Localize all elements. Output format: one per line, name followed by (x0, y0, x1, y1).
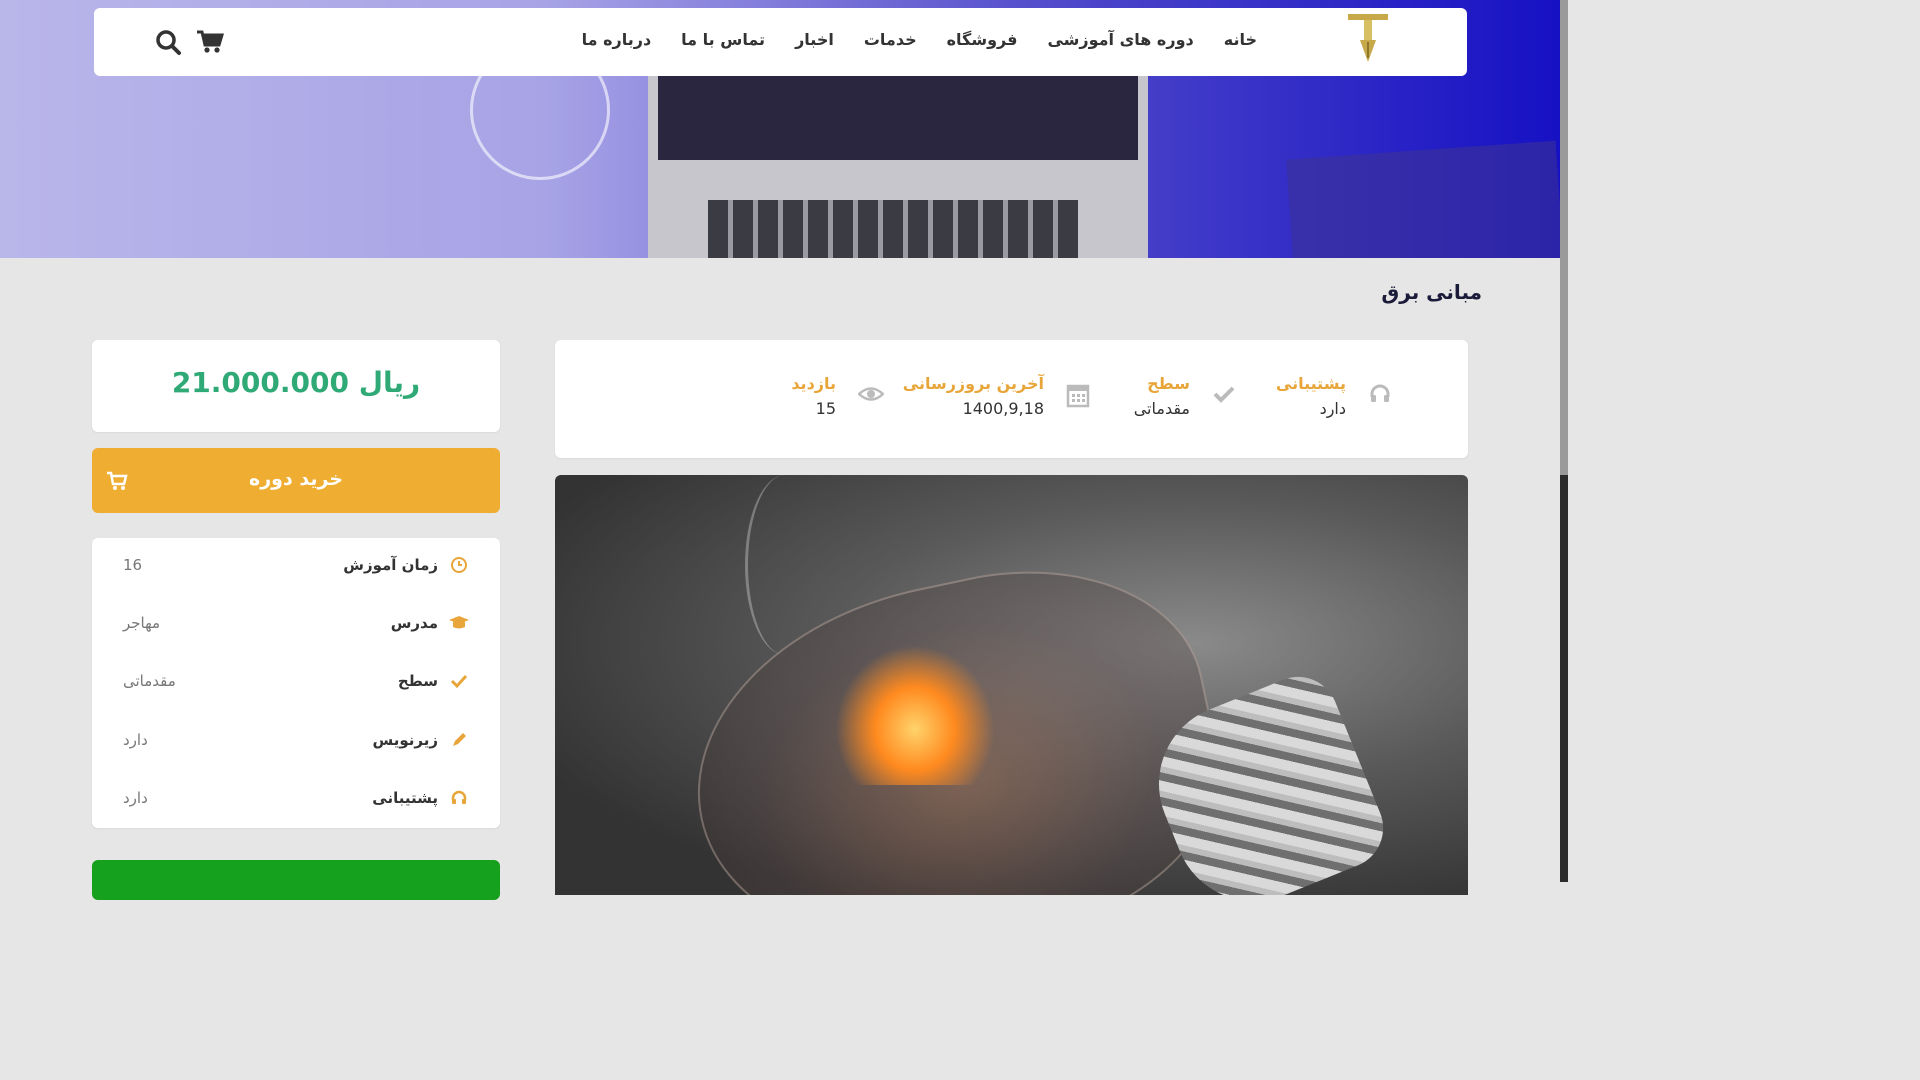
info-row-level: سطح مقدماتی (92, 668, 500, 698)
stat-support-label: پشتیبانی (1275, 374, 1346, 393)
info-row-support: پشتیبانی دارد (92, 785, 500, 815)
info-row-duration: زمان آموزش 16 (92, 552, 500, 582)
stat-views-label: بازدید (791, 374, 836, 393)
stat-support: پشتیبانی دارد (1276, 374, 1346, 418)
stat-last-update-label: آخرین بروزرسانی (902, 374, 1044, 393)
nav-icons (154, 28, 224, 56)
course-stats-card: پشتیبانی دارد سطح مقدماتی آخرین بروزرسان… (555, 340, 1468, 458)
bulb-filament (835, 645, 995, 785)
info-subtitle-label: زیرنویس (372, 731, 438, 749)
green-action-button[interactable] (92, 860, 500, 900)
buy-course-button[interactable]: خرید دوره (92, 448, 500, 513)
course-info-card: زمان آموزش 16 مدرس مهاجر سطح مقدماتی زیر… (92, 538, 500, 828)
course-title: مبانی برق (1381, 280, 1482, 304)
headphones-icon (1368, 382, 1392, 406)
stat-views-value: 15 (815, 399, 836, 418)
nav-link-courses[interactable]: دوره های آموزشی (1047, 30, 1193, 49)
scrollbar-thumb[interactable] (1560, 0, 1568, 475)
nav-link-shop[interactable]: فروشگاه (947, 30, 1018, 49)
pen-nib-logo-icon (1348, 14, 1388, 62)
course-price: 21.000.000 ریال (171, 366, 421, 399)
clock-icon (451, 557, 467, 573)
hero-laptop-keyboard (708, 200, 1078, 258)
cart-button[interactable] (196, 28, 224, 56)
stat-support-value: دارد (1319, 399, 1346, 418)
info-support-value: دارد (123, 789, 148, 807)
info-instructor-label: مدرس (390, 614, 438, 632)
info-level-value: مقدماتی (123, 672, 176, 690)
stat-last-update: آخرین بروزرسانی 1400,9,18 (903, 374, 1044, 418)
nav-link-about[interactable]: درباره ما (582, 30, 652, 49)
info-support-label: پشتیبانی (372, 789, 438, 807)
info-row-subtitle: زیرنویس دارد (92, 727, 500, 757)
info-instructor-value: مهاجر (123, 614, 161, 632)
check-icon (1212, 382, 1236, 406)
headphones-icon (451, 790, 467, 804)
nav-link-news[interactable]: اخبار (795, 30, 834, 49)
stat-last-update-value: 1400,9,18 (962, 399, 1044, 418)
price-card: 21.000.000 ریال (92, 340, 500, 432)
info-row-instructor: مدرس مهاجر (92, 610, 500, 640)
nav-link-services[interactable]: خدمات (864, 30, 917, 49)
graduation-cap-icon (449, 616, 469, 629)
site-logo[interactable] (1346, 12, 1390, 64)
nav-link-contact[interactable]: تماس با ما (681, 30, 765, 49)
calendar-icon (1066, 382, 1090, 408)
info-duration-label: زمان آموزش (343, 556, 438, 574)
check-icon (450, 674, 468, 689)
hero-book-decoration (1286, 140, 1564, 258)
info-level-label: سطح (397, 672, 438, 690)
stat-views: بازدید 15 (791, 374, 836, 418)
stat-level: سطح مقدماتی (1134, 374, 1190, 418)
stat-level-value: مقدماتی (1133, 399, 1190, 418)
nav-link-home[interactable]: خانه (1224, 30, 1257, 49)
info-duration-value: 16 (123, 556, 143, 574)
top-navbar: خانه دوره های آموزشی فروشگاه خدمات اخبار… (94, 8, 1467, 76)
buy-course-label: خرید دوره (249, 468, 343, 490)
nav-links: خانه دوره های آموزشی فروشگاه خدمات اخبار… (582, 30, 1257, 49)
shopping-cart-icon (197, 30, 224, 53)
hero-laptop-image (648, 60, 1148, 258)
search-icon (156, 30, 181, 55)
pencil-icon (453, 733, 466, 746)
eye-icon (857, 382, 885, 406)
info-subtitle-value: دارد (123, 731, 148, 749)
search-button[interactable] (154, 28, 182, 56)
stat-level-label: سطح (1147, 374, 1190, 393)
course-image-lightbulb (555, 475, 1468, 895)
